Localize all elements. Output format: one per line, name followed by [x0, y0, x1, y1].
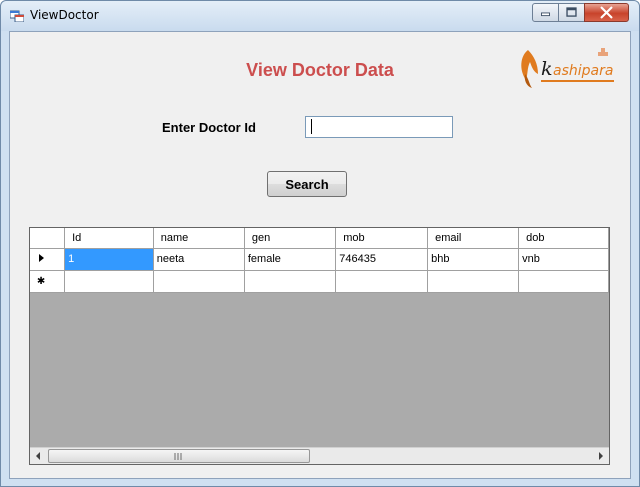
cell-mob[interactable]: 746435 [335, 248, 429, 271]
window-title: ViewDoctor [30, 8, 99, 22]
svg-text:ashipara: ashipara [553, 63, 613, 79]
scroll-right-icon[interactable] [592, 448, 609, 464]
form-client-area: View Doctor Data k ashipara Enter Doctor… [9, 31, 631, 479]
cell-id[interactable]: 1 [64, 248, 154, 271]
maximize-icon [566, 7, 577, 17]
doctor-id-label: Enter Doctor Id [162, 120, 256, 135]
grid-table: Id name gen mob email dob 1 neeta female [30, 228, 609, 293]
doctor-data-grid[interactable]: Id name gen mob email dob 1 neeta female [29, 227, 610, 465]
column-header-dob[interactable]: dob [518, 228, 609, 249]
current-row-icon [38, 254, 44, 262]
text-caret [311, 119, 312, 134]
minimize-icon [541, 12, 550, 17]
column-header-mob[interactable]: mob [335, 228, 429, 249]
scroll-left-icon[interactable] [30, 448, 47, 464]
new-cell-dob[interactable] [518, 270, 609, 293]
cell-name[interactable]: neeta [153, 248, 245, 271]
column-header-gen[interactable]: gen [244, 228, 337, 249]
row-header-new[interactable]: ✱ [30, 270, 66, 293]
cell-email[interactable]: bhb [427, 248, 520, 271]
new-row[interactable]: ✱ [30, 270, 609, 293]
column-header-id[interactable]: Id [64, 228, 154, 249]
close-button[interactable] [584, 3, 629, 22]
new-cell-name[interactable] [153, 270, 245, 293]
cell-gen[interactable]: female [244, 248, 337, 271]
title-bar[interactable]: ViewDoctor [1, 1, 639, 31]
row-header-current[interactable] [30, 248, 66, 271]
search-button[interactable]: Search [267, 171, 347, 197]
maximize-button[interactable] [558, 3, 585, 22]
new-cell-gen[interactable] [244, 270, 337, 293]
close-icon [600, 6, 613, 19]
scroll-thumb[interactable] [48, 449, 310, 463]
grid-header-row: Id name gen mob email dob [30, 228, 609, 249]
new-cell-mob[interactable] [335, 270, 429, 293]
horizontal-scrollbar[interactable] [30, 447, 609, 464]
new-cell-email[interactable] [427, 270, 520, 293]
doctor-id-input[interactable] [305, 116, 453, 138]
cell-dob[interactable]: vnb [518, 248, 609, 271]
new-cell-id[interactable] [64, 270, 154, 293]
app-window: ViewDoctor View Doctor Data k ashipara E… [0, 0, 640, 487]
svg-text:k: k [541, 58, 553, 80]
grid-corner-cell[interactable] [30, 228, 66, 249]
new-row-icon: ✱ [36, 276, 46, 287]
app-icon [10, 10, 24, 22]
minimize-button[interactable] [532, 3, 559, 22]
kashipara-logo: k ashipara [521, 48, 614, 88]
table-row[interactable]: 1 neeta female 746435 bhb vnb [30, 248, 609, 271]
page-title: View Doctor Data [246, 60, 394, 80]
column-header-name[interactable]: name [153, 228, 245, 249]
column-header-email[interactable]: email [427, 228, 520, 249]
scroll-grip-icon [174, 453, 182, 460]
